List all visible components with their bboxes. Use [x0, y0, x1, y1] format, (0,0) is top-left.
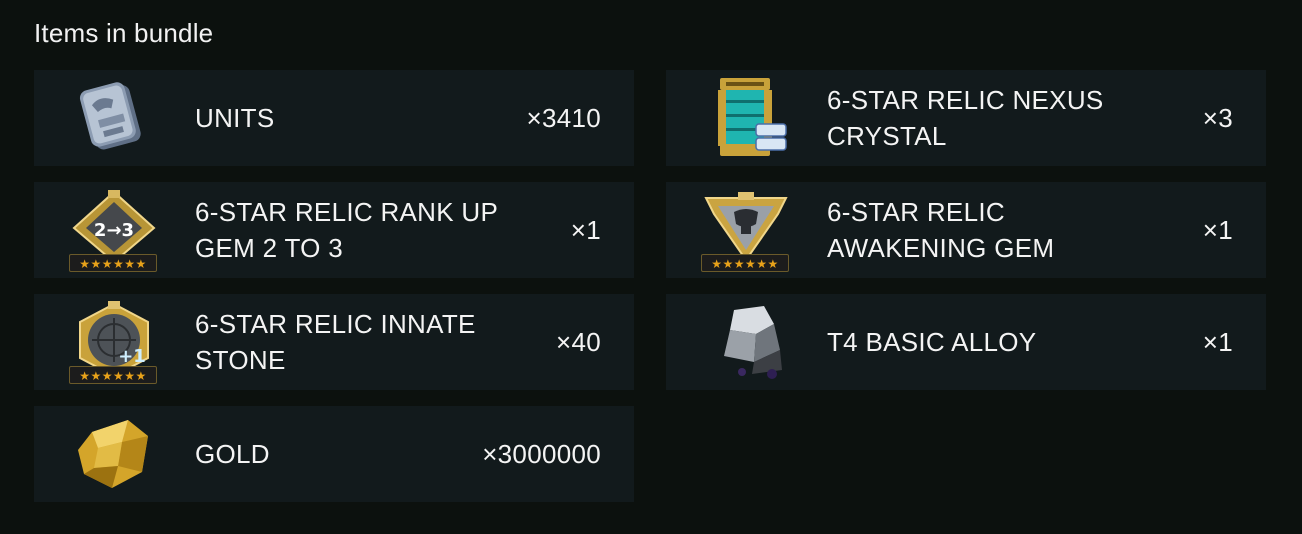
item-quantity: ×1: [1202, 214, 1233, 245]
item-name: 6-STAR RELIC AWAKENING GEM: [827, 197, 1055, 263]
item-quantity: ×3410: [526, 102, 601, 133]
bundle-item-gold: GOLD ×3000000: [34, 406, 634, 502]
awakening-gem-icon: ★★★★★★: [694, 188, 798, 272]
units-icon: [62, 76, 166, 160]
star-rating: ★★★★★★: [69, 254, 157, 272]
bundle-item-innate-stone: +1 ★★★★★★ 6-STAR RELIC INNATE STONE ×40: [34, 294, 634, 390]
star-rating: ★★★★★★: [69, 366, 157, 384]
innate-bonus-text: +1: [118, 346, 146, 367]
item-name: 6-STAR RELIC RANK UP GEM 2 TO 3: [195, 197, 498, 263]
item-quantity: ×1: [570, 214, 601, 245]
bundle-item-alloy: T4 BASIC ALLOY ×1: [666, 294, 1266, 390]
item-name: UNITS: [195, 103, 275, 133]
bundle-item-units: UNITS ×3410: [34, 70, 634, 166]
bundle-item-nexus-crystal: 6-STAR RELIC NEXUS CRYSTAL ×3: [666, 70, 1266, 166]
bundle-item-rank-up-gem: 2→3 ★★★★★★ 6-STAR RELIC RANK UP GEM 2 TO…: [34, 182, 634, 278]
innate-stone-icon: +1 ★★★★★★: [62, 300, 166, 384]
item-name: T4 BASIC ALLOY: [827, 327, 1037, 357]
gold-icon: [62, 412, 166, 496]
bundle-item-awakening-gem: ★★★★★★ 6-STAR RELIC AWAKENING GEM ×1: [666, 182, 1266, 278]
star-rating: ★★★★★★: [701, 254, 789, 272]
item-name: GOLD: [195, 439, 270, 469]
alloy-icon: [694, 300, 798, 384]
rank-up-gem-icon: 2→3 ★★★★★★: [62, 188, 166, 272]
nexus-crystal-icon: [694, 76, 798, 160]
page-title: Items in bundle: [34, 18, 214, 48]
item-quantity: ×3000000: [482, 438, 601, 469]
rank-up-text: 2→3: [94, 220, 134, 241]
item-quantity: ×40: [555, 326, 601, 357]
item-name: 6-STAR RELIC NEXUS CRYSTAL: [827, 85, 1104, 151]
item-quantity: ×1: [1202, 326, 1233, 357]
item-name: 6-STAR RELIC INNATE STONE: [195, 309, 476, 375]
item-quantity: ×3: [1202, 102, 1233, 133]
